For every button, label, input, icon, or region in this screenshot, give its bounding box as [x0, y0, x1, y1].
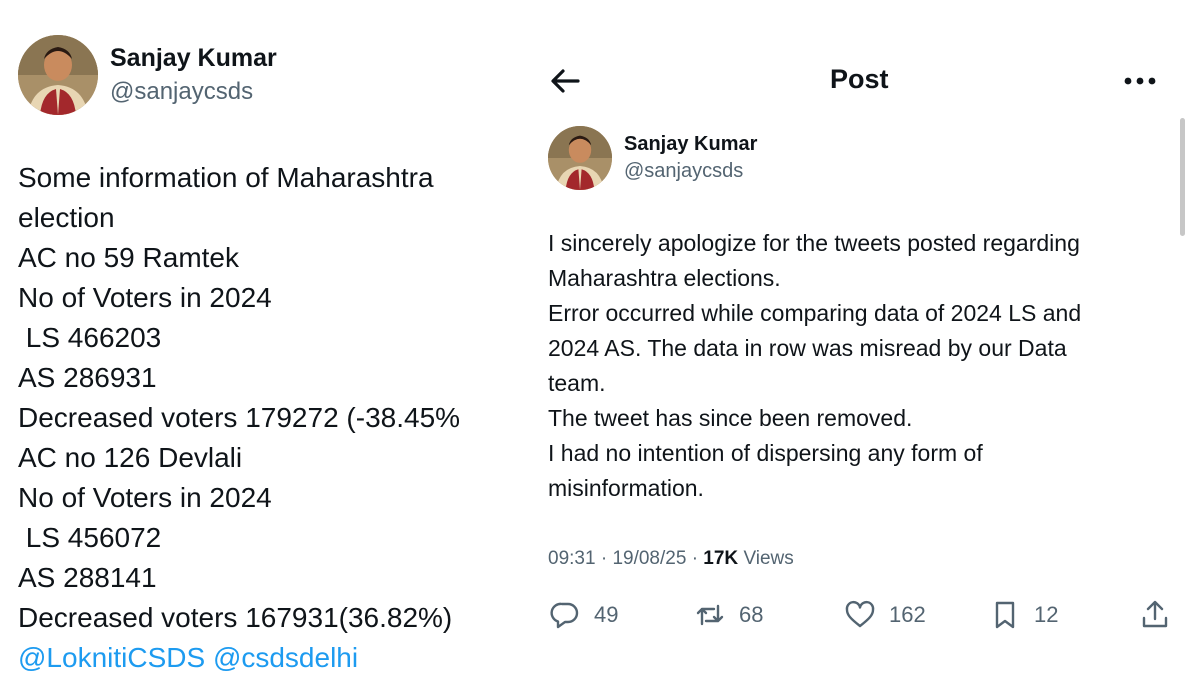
tweet-line: AC no 126 Devlali	[18, 442, 243, 473]
mention-link-lokniticsds[interactable]: @LoknitiCSDS	[18, 642, 205, 673]
avatar-portrait-icon	[548, 126, 612, 190]
post-line: 2024 AS. The data in row was misread by …	[548, 335, 1067, 361]
separator-dot: ·	[600, 548, 608, 569]
post-detail-panel: Post Sanjay Kumar @sanjaycsds I sincerel…	[490, 0, 1200, 685]
tweet-line: LS 456072	[18, 522, 162, 553]
bookmark-icon	[995, 601, 1015, 629]
repost-icon	[696, 604, 724, 626]
tweet-line: AC no 59 Ramtek	[18, 242, 239, 273]
tweet-line: LS 466203	[18, 322, 162, 353]
author-name[interactable]: Sanjay Kumar	[624, 133, 757, 156]
views-count[interactable]: 17K	[703, 548, 738, 569]
separator-dot: ·	[691, 548, 699, 569]
tweet-line: No of Voters in 2024	[18, 482, 272, 513]
arrow-left-icon	[551, 69, 580, 93]
views-label: Views	[743, 548, 794, 569]
post-metadata: 09:31 · 19/08/25 · 17K Views	[548, 548, 794, 570]
post-line: I sincerely apologize for the tweets pos…	[548, 230, 1080, 256]
like-count: 162	[889, 602, 926, 627]
reply-count: 49	[594, 602, 619, 627]
post-body: I sincerely apologize for the tweets pos…	[548, 226, 1168, 506]
repost-count: 68	[739, 602, 764, 627]
more-horizontal-icon	[1124, 77, 1156, 85]
reply-button[interactable]: 49	[548, 595, 618, 635]
left-tweet-panel: Sanjay Kumar @sanjaycsds Some informatio…	[0, 0, 490, 685]
tweet-line: AS 288141	[18, 562, 157, 593]
post-header: Post	[490, 50, 1200, 110]
back-button[interactable]	[548, 64, 588, 98]
post-line: misinformation.	[548, 475, 704, 501]
author-avatar[interactable]	[548, 126, 612, 190]
post-line: The tweet has since been removed.	[548, 405, 913, 431]
post-actions-bar: 49 68 162 12	[548, 595, 1178, 635]
tweet-body: Some information of Maharashtra election…	[18, 158, 484, 678]
share-icon	[1142, 600, 1168, 628]
tweet-line: No of Voters in 2024	[18, 282, 272, 313]
author-handle[interactable]: @sanjaycsds	[624, 160, 743, 183]
bookmark-count: 12	[1034, 602, 1059, 627]
author-handle[interactable]: @sanjaycsds	[110, 78, 253, 106]
post-line: Maharashtra elections.	[548, 265, 781, 291]
mentions-line: @LoknitiCSDS @csdsdelhi	[18, 638, 484, 678]
post-line: I had no intention of dispersing any for…	[548, 440, 983, 466]
avatar-portrait-icon	[18, 35, 98, 115]
tweet-line: AS 286931	[18, 362, 157, 393]
post-line: Error occurred while comparing data of 2…	[548, 300, 1082, 326]
heart-icon	[845, 600, 875, 628]
scrollbar-thumb[interactable]	[1180, 118, 1185, 236]
post-time[interactable]: 09:31	[548, 548, 596, 569]
mention-link-csdsdelhi[interactable]: @csdsdelhi	[213, 642, 358, 673]
page-title: Post	[830, 64, 889, 94]
tweet-line: Some information of Maharashtra	[18, 162, 434, 193]
bookmark-button[interactable]: 12	[988, 595, 1058, 635]
author-avatar[interactable]	[18, 35, 98, 115]
tweet-line: Decreased voters 179272 (-38.45%	[18, 402, 461, 433]
repost-button[interactable]: 68	[693, 595, 763, 635]
like-button[interactable]: 162	[843, 595, 926, 635]
tweet-line: Decreased voters 167931(36.82%)	[18, 602, 453, 633]
tweet-line: election	[18, 202, 115, 233]
author-name[interactable]: Sanjay Kumar	[110, 44, 277, 73]
more-options-button[interactable]	[1120, 64, 1160, 98]
post-date[interactable]: 19/08/25	[612, 548, 686, 569]
reply-icon	[550, 602, 579, 629]
post-line: team.	[548, 370, 606, 396]
share-button[interactable]	[1138, 595, 1172, 635]
